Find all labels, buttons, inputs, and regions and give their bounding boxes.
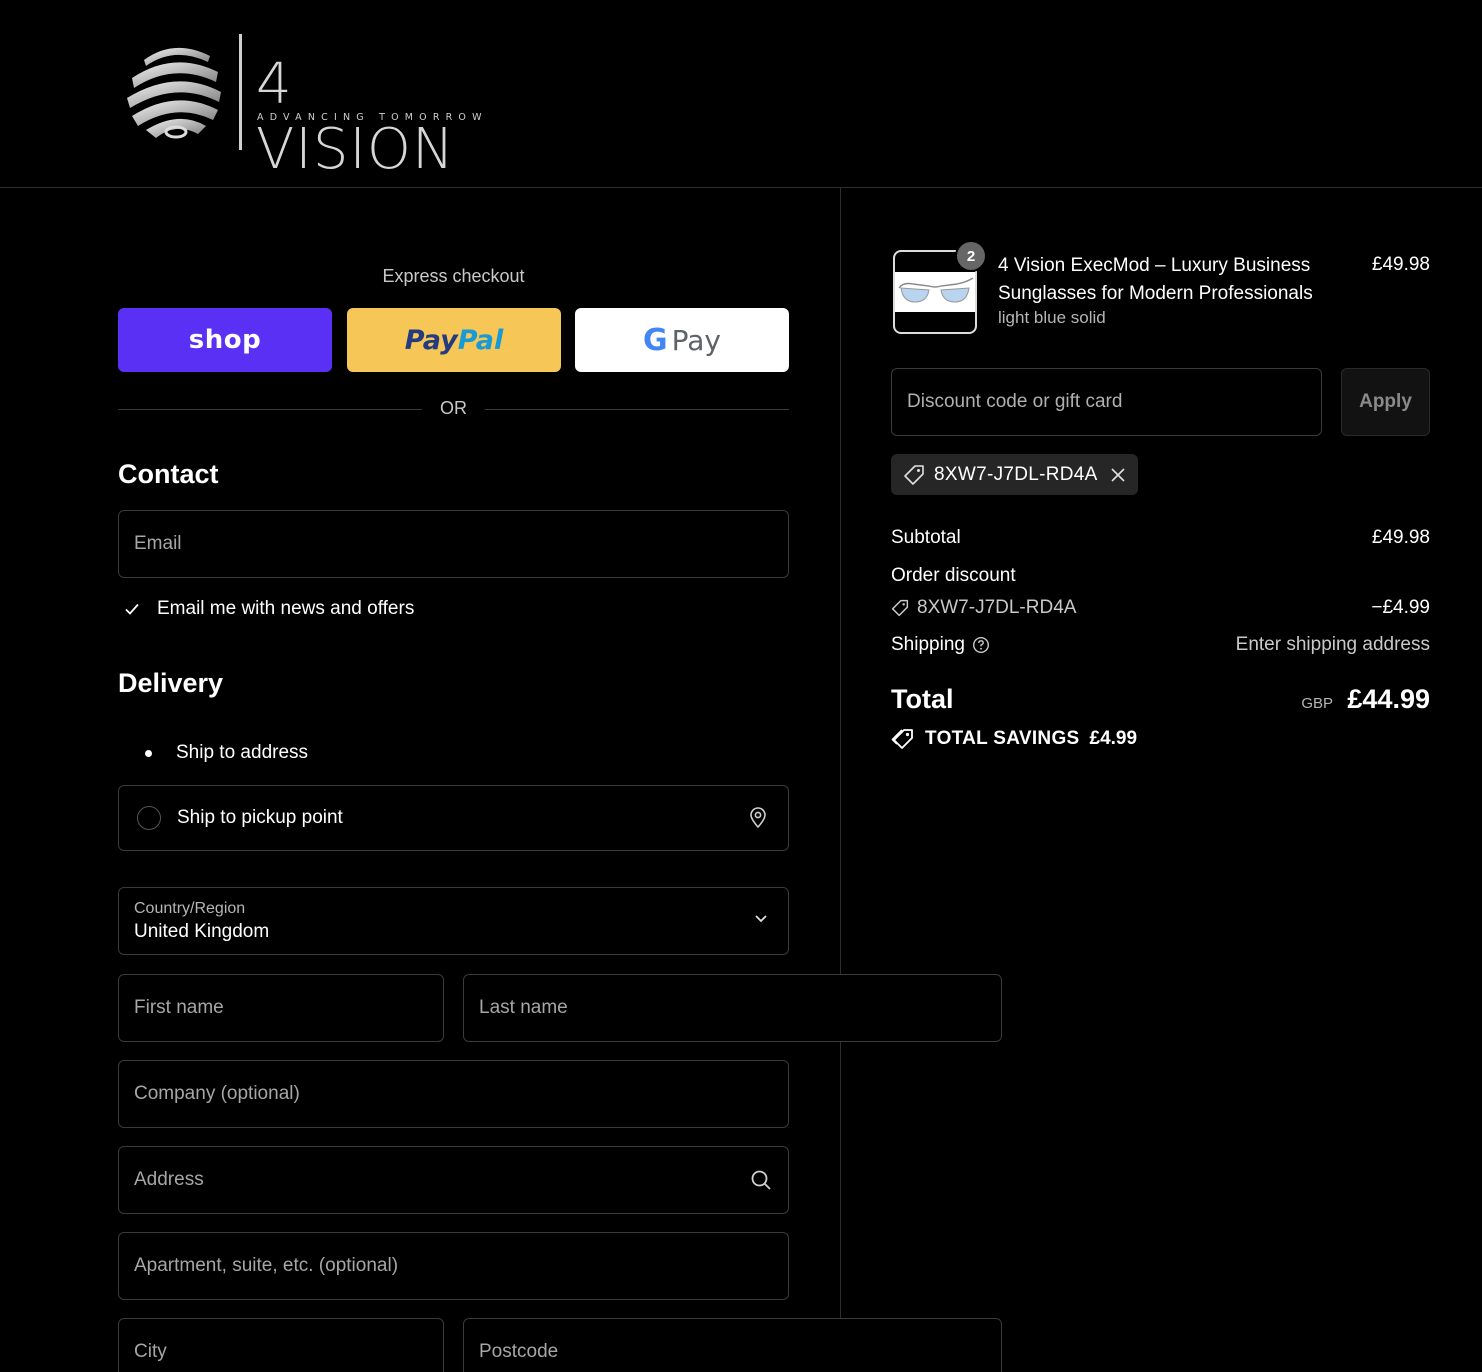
first-name-input[interactable] <box>134 975 428 1041</box>
address-field[interactable] <box>118 1146 789 1214</box>
last-name-input[interactable] <box>479 975 986 1041</box>
brand-logo[interactable]: 4 VISION ADVANCING TOMORROW <box>124 32 504 182</box>
total-label: Total <box>891 684 954 714</box>
newsletter-checkbox[interactable]: Email me with news and offers <box>122 598 414 620</box>
apartment-input[interactable] <box>134 1233 773 1299</box>
address-input[interactable] <box>134 1147 773 1213</box>
quantity-badge: 2 <box>955 240 987 272</box>
google-g-icon: G <box>643 322 668 358</box>
tag-icon <box>891 599 909 617</box>
first-name-field[interactable] <box>118 974 444 1042</box>
company-input[interactable] <box>134 1061 773 1127</box>
applied-code-text: 8XW7-J7DL-RD4A <box>934 463 1098 485</box>
discount-code-field[interactable] <box>891 368 1322 436</box>
apply-button[interactable]: Apply <box>1341 368 1430 436</box>
contact-heading: Contact <box>118 459 219 489</box>
shop-pay-label: shop <box>188 325 262 355</box>
logo-divider <box>239 34 242 150</box>
location-pin-icon <box>750 807 766 829</box>
product-price: £49.98 <box>1371 254 1430 275</box>
or-line-right <box>485 409 789 410</box>
discount-code-label: 8XW7-J7DL-RD4A <box>917 597 1077 618</box>
country-value: United Kingdom <box>134 921 270 942</box>
postcode-field[interactable] <box>463 1318 1002 1372</box>
total-value: £44.99 <box>1347 684 1430 714</box>
thumb-band-bottom <box>895 312 975 332</box>
paypal-label-pay: Pay <box>404 324 458 356</box>
company-field[interactable] <box>118 1060 789 1128</box>
google-pay-label: Pay <box>671 323 721 357</box>
brand-tagline: ADVANCING TOMORROW <box>257 112 488 123</box>
google-pay-button[interactable]: G Pay <box>575 308 789 372</box>
total-currency: GBP <box>1301 695 1333 712</box>
ship-to-pickup-label: Ship to pickup point <box>177 807 343 828</box>
globe-logo-icon <box>127 47 221 139</box>
email-field[interactable] <box>118 510 789 578</box>
country-select[interactable]: Country/Region United Kingdom <box>118 887 789 955</box>
or-separator: OR <box>118 398 789 420</box>
express-checkout-title: Express checkout <box>382 266 525 286</box>
checkmark-icon[interactable] <box>122 599 142 619</box>
subtotal-label: Subtotal <box>891 527 961 548</box>
ship-to-pickup-option[interactable]: Ship to pickup point <box>118 785 789 851</box>
ship-to-address-label: Ship to address <box>176 742 309 763</box>
shipping-row: Shipping <box>891 634 990 656</box>
total-savings-row: TOTAL SAVINGS £4.99 <box>891 728 1137 750</box>
header: 4 VISION ADVANCING TOMORROW <box>0 0 1482 188</box>
radio-selected[interactable] <box>136 741 160 765</box>
subtotal-value: £49.98 <box>1371 527 1430 548</box>
applied-discount-chip: 8XW7-J7DL-RD4A <box>891 454 1138 495</box>
email-input[interactable] <box>134 511 773 577</box>
discount-code-row: 8XW7-J7DL-RD4A <box>891 597 1076 619</box>
city-input[interactable] <box>134 1319 428 1372</box>
apartment-field[interactable] <box>118 1232 789 1300</box>
search-icon[interactable] <box>750 1169 772 1191</box>
discount-code-input[interactable] <box>907 369 1307 435</box>
savings-tag-icon <box>891 729 913 749</box>
product-variant: light blue solid <box>998 308 1106 327</box>
paypal-button[interactable]: Pay Pal <box>347 308 561 372</box>
close-icon[interactable] <box>1110 467 1126 483</box>
ship-to-address-option[interactable]: Ship to address <box>118 720 789 786</box>
shipping-label: Shipping <box>891 634 965 655</box>
paypal-label-pal: Pal <box>457 324 504 356</box>
product-name: 4 Vision ExecMod – Luxury Business Sungl… <box>998 255 1313 304</box>
chevron-down-icon <box>755 915 767 923</box>
help-icon[interactable] <box>972 636 990 654</box>
discount-value: −£4.99 <box>1371 597 1430 618</box>
sunglasses-image <box>898 277 974 303</box>
postcode-input[interactable] <box>479 1319 986 1372</box>
total-savings-label: TOTAL SAVINGS <box>925 728 1080 749</box>
delivery-heading: Delivery <box>118 668 224 698</box>
last-name-field[interactable] <box>463 974 1002 1042</box>
radio-unselected[interactable] <box>137 806 161 830</box>
country-label: Country/Region <box>134 900 246 917</box>
total-savings-value: £4.99 <box>1089 728 1138 749</box>
order-discount-label: Order discount <box>891 565 1016 586</box>
tag-icon <box>904 464 924 485</box>
column-divider <box>840 188 841 1372</box>
shipping-value: Enter shipping address <box>1235 634 1430 655</box>
newsletter-label: Email me with news and offers <box>157 598 415 619</box>
city-field[interactable] <box>118 1318 444 1372</box>
shop-pay-button[interactable]: shop <box>118 308 332 372</box>
